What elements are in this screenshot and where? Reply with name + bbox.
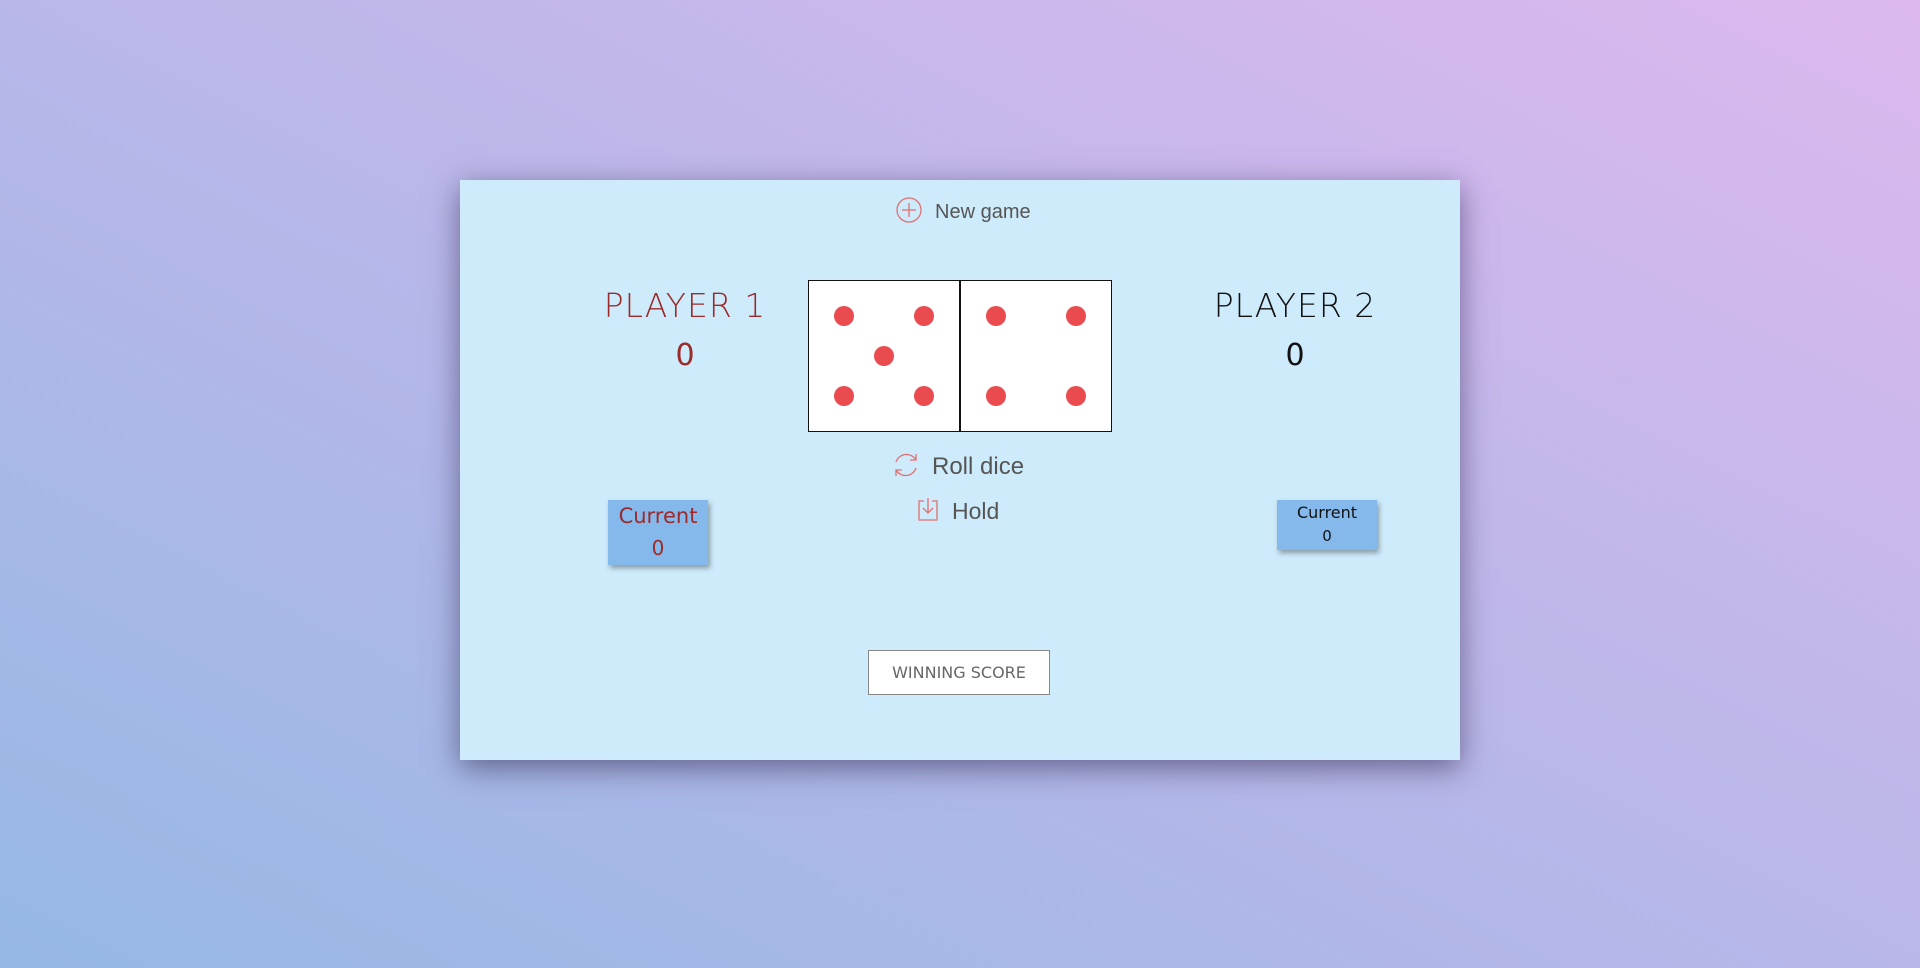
roll-dice-label: Roll dice [932, 453, 1025, 480]
roll-dice-button[interactable]: Roll dice [890, 450, 1024, 484]
hold-label: Hold [952, 497, 1000, 524]
download-icon [916, 496, 940, 527]
player-2-current-value: 0 [1322, 527, 1332, 545]
player-2-current-box: Current 0 [1277, 500, 1377, 550]
die-pip [914, 386, 934, 406]
game-board: New game PLAYER 1 0 PLAYER 2 0 Roll dice [460, 180, 1460, 760]
new-game-label: New game [935, 200, 1031, 223]
die-pip [986, 386, 1006, 406]
refresh-icon [890, 449, 922, 486]
die-pip [874, 346, 894, 366]
player-2-name: PLAYER 2 [1213, 286, 1377, 325]
die-pip [1066, 386, 1086, 406]
dice-area [808, 280, 1112, 432]
die-2 [961, 280, 1112, 432]
die-pip [986, 306, 1006, 326]
die-pip [1066, 306, 1086, 326]
die-1 [808, 280, 961, 432]
player-1-score: 0 [675, 338, 695, 373]
player-2-current-label: Current [1296, 503, 1358, 522]
die-pip [914, 306, 934, 326]
player-1-current-value: 0 [651, 536, 665, 560]
player-1-name: PLAYER 1 [603, 286, 767, 325]
die-pip [834, 386, 854, 406]
player-1-current-box: Current 0 [608, 500, 708, 565]
plus-circle-icon [895, 196, 923, 229]
winning-score-input[interactable] [868, 650, 1050, 695]
player-1-current-label: Current [618, 504, 698, 528]
new-game-button[interactable]: New game [895, 196, 1031, 229]
player-2-score: 0 [1285, 338, 1305, 373]
die-pip [834, 306, 854, 326]
hold-button[interactable]: Hold [916, 496, 999, 526]
